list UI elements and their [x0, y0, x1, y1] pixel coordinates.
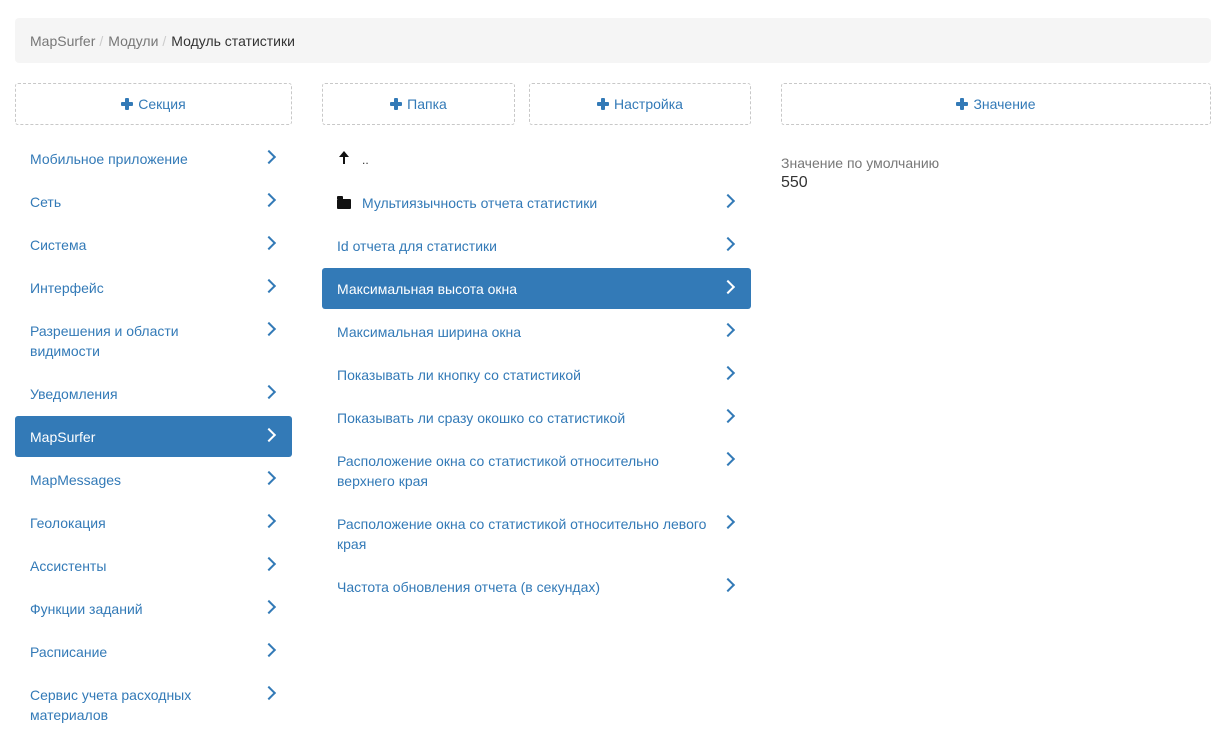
add-setting-button[interactable]: Настройка	[529, 83, 751, 125]
plus-icon	[597, 98, 610, 110]
section-item-label: Функции заданий	[30, 601, 143, 617]
chevron-right-icon	[261, 427, 277, 443]
section-item-consumables-service[interactable]: Сервис учета расходных материалов	[15, 674, 292, 735]
breadcrumb: MapSurfer / Модули / Модуль статистики	[15, 18, 1211, 63]
setting-item-show-stats-button[interactable]: Показывать ли кнопку со статистикой	[322, 354, 751, 395]
chevron-right-icon	[720, 514, 736, 530]
section-item-label: MapSurfer	[30, 429, 96, 445]
section-item-label: Ассистенты	[30, 558, 107, 574]
section-item-geolocation[interactable]: Геолокация	[15, 502, 292, 543]
chevron-right-icon	[261, 149, 277, 165]
section-item-label: Расписание	[30, 644, 108, 660]
breadcrumb-item-mapsurfer[interactable]: MapSurfer	[30, 33, 95, 49]
plus-icon	[956, 98, 969, 110]
breadcrumb-item-modules[interactable]: Модули	[108, 33, 158, 49]
setting-item-label: Максимальная ширина окна	[337, 324, 522, 340]
setting-item-window-left-offset[interactable]: Расположение окна со статистикой относит…	[322, 503, 751, 564]
chevron-right-icon	[261, 513, 277, 529]
setting-item-label: Мультиязычность отчета статистики	[362, 195, 598, 211]
setting-item-label: Расположение окна со статистикой относит…	[337, 453, 659, 489]
chevron-right-icon	[261, 642, 277, 658]
section-item-network[interactable]: Сеть	[15, 181, 292, 222]
add-section-button[interactable]: Секция	[15, 83, 292, 125]
section-item-notifications[interactable]: Уведомления	[15, 373, 292, 414]
setting-item-label: Максимальная высота окна	[337, 281, 518, 297]
add-section-label: Секция	[138, 96, 186, 112]
settings-list: .. Мультиязычность отчета статистики Id …	[322, 138, 751, 609]
arrow-up-icon	[338, 151, 350, 165]
folder-icon	[337, 196, 351, 209]
chevron-right-icon	[261, 278, 277, 294]
folder-item-multilanguage[interactable]: Мультиязычность отчета статистики	[322, 182, 751, 223]
setting-item-show-stats-window[interactable]: Показывать ли сразу окошко со статистико…	[322, 397, 751, 438]
setting-item-label: Показывать ли сразу окошко со статистико…	[337, 410, 626, 426]
plus-icon	[390, 98, 403, 110]
chevron-right-icon	[720, 279, 736, 295]
setting-item-window-top-offset[interactable]: Расположение окна со статистикой относит…	[322, 440, 751, 501]
section-item-schedule[interactable]: Расписание	[15, 631, 292, 672]
section-item-label: Система	[30, 237, 87, 253]
section-item-system[interactable]: Система	[15, 224, 292, 265]
chevron-right-icon	[261, 556, 277, 572]
setting-item-label: Частота обновления отчета (в секундах)	[337, 579, 601, 595]
chevron-right-icon	[261, 235, 277, 251]
plus-icon	[121, 98, 134, 110]
chevron-right-icon	[261, 384, 277, 400]
setting-item-max-window-height[interactable]: Максимальная высота окна	[322, 268, 751, 309]
chevron-right-icon	[720, 365, 736, 381]
section-item-permissions[interactable]: Разрешения и области видимости	[15, 310, 292, 371]
setting-item-label: Показывать ли кнопку со статистикой	[337, 367, 581, 383]
setting-item-refresh-rate[interactable]: Частота обновления отчета (в секундах)	[322, 566, 751, 607]
section-list: Мобильное приложение Сеть Система Интерф…	[15, 138, 292, 737]
section-item-assistants[interactable]: Ассистенты	[15, 545, 292, 586]
chevron-right-icon	[720, 236, 736, 252]
chevron-right-icon	[261, 192, 277, 208]
chevron-right-icon	[720, 451, 736, 467]
chevron-right-icon	[261, 321, 277, 337]
chevron-right-icon	[720, 322, 736, 338]
setting-item-label: Id отчета для статистики	[337, 238, 497, 254]
section-item-label: Интерфейс	[30, 280, 104, 296]
chevron-right-icon	[261, 685, 277, 701]
folder-up-label: ..	[362, 153, 369, 167]
chevron-right-icon	[720, 577, 736, 593]
chevron-right-icon	[720, 193, 736, 209]
section-item-label: Геолокация	[30, 515, 106, 531]
add-value-label: Значение	[973, 96, 1036, 112]
section-item-label: Мобильное приложение	[30, 151, 188, 167]
breadcrumb-separator: /	[99, 32, 104, 49]
section-item-label: Сеть	[30, 194, 62, 210]
breadcrumb-separator: /	[162, 32, 167, 49]
section-item-label: Сервис учета расходных материалов	[30, 687, 192, 723]
chevron-right-icon	[261, 599, 277, 615]
setting-item-max-window-width[interactable]: Максимальная ширина окна	[322, 311, 751, 352]
add-folder-button[interactable]: Папка	[322, 83, 515, 125]
section-item-mobile-app[interactable]: Мобильное приложение	[15, 138, 292, 179]
section-item-label: Уведомления	[30, 386, 118, 402]
folder-up-item[interactable]: ..	[322, 138, 751, 180]
section-item-task-functions[interactable]: Функции заданий	[15, 588, 292, 629]
setting-item-label: Расположение окна со статистикой относит…	[337, 516, 707, 552]
section-item-mapsurfer[interactable]: MapSurfer	[15, 416, 292, 457]
add-value-button[interactable]: Значение	[781, 83, 1211, 125]
chevron-right-icon	[261, 470, 277, 486]
breadcrumb-item-current: Модуль статистики	[171, 32, 295, 49]
default-value-label: Значение по умолчанию	[781, 155, 940, 171]
add-folder-label: Папка	[407, 96, 447, 112]
section-item-mapmessages[interactable]: MapMessages	[15, 459, 292, 500]
chevron-right-icon	[720, 408, 736, 424]
setting-item-report-id[interactable]: Id отчета для статистики	[322, 225, 751, 266]
default-value: 550	[781, 174, 808, 191]
section-item-interface[interactable]: Интерфейс	[15, 267, 292, 308]
add-setting-label: Настройка	[614, 96, 683, 112]
value-panel: Значение по умолчанию 550	[781, 155, 939, 194]
section-item-label: MapMessages	[30, 472, 122, 488]
section-item-label: Разрешения и области видимости	[30, 323, 179, 359]
